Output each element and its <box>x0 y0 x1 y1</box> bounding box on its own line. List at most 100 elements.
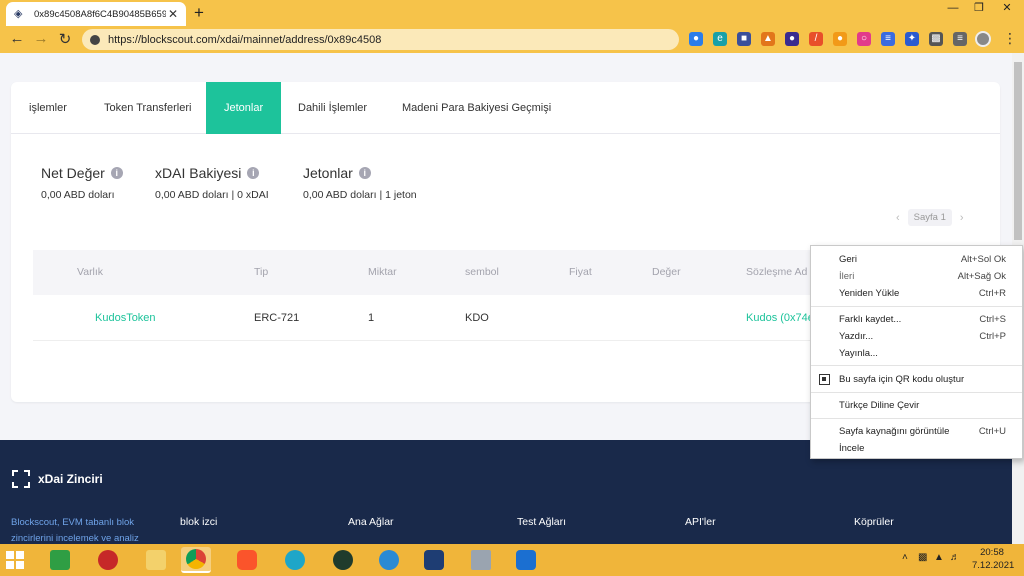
menu-item-translate[interactable]: Türkçe Diline Çevir <box>811 397 1022 414</box>
menu-item-back[interactable]: Geri Alt+Sol Ok <box>811 251 1022 268</box>
menu-item-shortcut: Alt+Sağ Ok <box>957 271 1006 282</box>
shield-app-icon[interactable] <box>419 547 449 573</box>
menu-divider <box>811 418 1022 419</box>
footer-heading-apis: API'ler <box>685 516 716 528</box>
site-info-icon[interactable] <box>90 34 100 45</box>
address-tabs: işlemler Token Transferleri Jetonlar Dah… <box>11 82 1000 134</box>
close-window-button[interactable]: ✕ <box>990 0 1024 16</box>
brave-icon[interactable] <box>232 547 262 573</box>
menu-item-shortcut: Ctrl+R <box>978 288 1006 299</box>
cell-type: ERC-721 <box>254 312 300 324</box>
column-header-contract: Sözleşme Ad <box>746 266 808 278</box>
contract-link[interactable]: Kudos (0x74e <box>746 295 814 341</box>
tokens-stat: Jetonlar i 0,00 ABD doları | 1 jeton <box>303 165 417 201</box>
menu-item-inspect[interactable]: İncele <box>811 440 1022 457</box>
column-header-value: Değer <box>652 266 681 278</box>
net-worth-title: Net Değer <box>41 165 105 181</box>
app-icon-u[interactable] <box>328 547 358 573</box>
file-explorer-icon[interactable] <box>141 547 171 573</box>
footer-logo[interactable]: xDai Zinciri <box>12 470 103 488</box>
info-icon[interactable]: i <box>110 167 123 179</box>
browser-toolbar: ← → ↻ https://blockscout.com/xdai/mainne… <box>0 26 1024 53</box>
xdai-balance-title: xDAI Bakiyesi <box>155 165 242 181</box>
menu-item-label: Farklı kaydet... <box>839 314 902 325</box>
windows-start-icon[interactable] <box>6 551 24 569</box>
tab-tokens[interactable]: Jetonlar <box>206 82 282 134</box>
qr-code-icon <box>819 374 830 385</box>
address-bar[interactable]: https://blockscout.com/xdai/mainnet/addr… <box>82 29 679 50</box>
internet-explorer-icon[interactable] <box>374 547 404 573</box>
reading-list-icon[interactable]: ≡ <box>953 32 967 46</box>
extension-icon-6[interactable]: / <box>809 32 823 46</box>
browser-menu-icon[interactable]: ⋮ <box>1003 30 1017 47</box>
browser-tab-title: 0x89c4508A8f6C4B90485B6597 <box>34 8 166 20</box>
tab-coin-balance-history[interactable]: Madeni Para Bakiyesi Geçmişi <box>402 82 551 134</box>
chevron-left-icon[interactable]: ‹ <box>896 212 900 224</box>
menu-item-save-as[interactable]: Farklı kaydet... Ctrl+S <box>811 311 1022 328</box>
menu-item-label: Bu sayfa için QR kodu oluştur <box>839 374 965 385</box>
pagination: ‹ Sayfa 1 › <box>896 209 964 226</box>
calculator-icon[interactable] <box>466 547 496 573</box>
menu-item-view-source[interactable]: Sayfa kaynağını görüntüle Ctrl+U <box>811 423 1022 440</box>
address-bar-url: https://blockscout.com/xdai/mainnet/addr… <box>108 33 382 46</box>
volume-icon[interactable]: ♬ <box>950 552 960 563</box>
store-app-icon[interactable] <box>45 547 75 573</box>
tokens-title: Jetonlar <box>303 165 353 181</box>
asset-link[interactable]: KudosToken <box>95 295 156 341</box>
tab-internal-transactions[interactable]: Dahili İşlemler <box>298 82 367 134</box>
edge-icon[interactable] <box>280 547 310 573</box>
menu-item-reload[interactable]: Yeniden Yükle Ctrl+R <box>811 285 1022 302</box>
new-tab-button[interactable]: + <box>194 3 204 23</box>
close-tab-icon[interactable]: ✕ <box>168 7 178 21</box>
menu-item-shortcut: Alt+Sol Ok <box>960 254 1006 265</box>
extension-icon-8[interactable]: ○ <box>857 32 871 46</box>
menu-divider <box>811 365 1022 366</box>
info-icon[interactable]: i <box>247 167 260 179</box>
browser-tab[interactable]: ◈ 0x89c4508A8f6C4B90485B6597 ✕ <box>6 2 186 26</box>
taskbar-clock[interactable]: 20:58 7.12.2021 <box>972 546 1015 572</box>
menu-item-forward[interactable]: İleri Alt+Sağ Ok <box>811 268 1022 285</box>
info-icon[interactable]: i <box>358 167 371 179</box>
menu-item-shortcut: Ctrl+U <box>978 426 1006 437</box>
app-icon-blue[interactable] <box>511 547 541 573</box>
reload-button[interactable]: ↻ <box>56 30 74 48</box>
footer-heading-bridges: Köprüler <box>854 516 894 528</box>
tab-token-transfers[interactable]: Token Transferleri <box>104 82 191 134</box>
network-icon[interactable]: ▩ <box>918 552 927 563</box>
menu-item-shortcut: Ctrl+S <box>979 314 1006 325</box>
menu-item-cast[interactable]: Yayınla... <box>811 345 1022 362</box>
forward-button[interactable]: → <box>32 30 50 47</box>
footer-heading-testnets: Test Ağları <box>517 516 567 528</box>
tab-transactions[interactable]: işlemler <box>29 82 67 134</box>
extension-icon-2[interactable]: e <box>713 32 727 46</box>
menu-item-print[interactable]: Yazdır... Ctrl+P <box>811 328 1022 345</box>
app-icon-red[interactable] <box>93 547 123 573</box>
extensions-puzzle-icon[interactable]: ▩ <box>929 32 943 46</box>
scrollbar-thumb[interactable] <box>1014 62 1022 240</box>
footer-heading-mainnets: Ana Ağlar <box>348 516 394 528</box>
menu-item-label: Türkçe Diline Çevir <box>839 400 920 411</box>
back-button[interactable]: ← <box>8 30 26 47</box>
extension-icon-10[interactable]: ✦ <box>905 32 919 46</box>
clock-date: 7.12.2021 <box>972 560 1015 571</box>
column-header-symbol: sembol <box>465 266 499 278</box>
footer-brand: xDai Zinciri <box>38 472 103 486</box>
show-hidden-icons[interactable]: ˄ <box>902 552 908 563</box>
context-menu: Geri Alt+Sol Ok İleri Alt+Sağ Ok Yeniden… <box>810 245 1023 459</box>
metamask-icon[interactable]: ▲ <box>761 32 775 46</box>
extension-icon-7[interactable]: ● <box>833 32 847 46</box>
cell-amount: 1 <box>368 312 375 324</box>
wifi-signal-icon[interactable]: ▲ <box>934 552 944 563</box>
chevron-right-icon[interactable]: › <box>960 212 964 224</box>
menu-item-create-qr[interactable]: Bu sayfa için QR kodu oluştur <box>811 371 1022 388</box>
menu-item-label: Geri <box>839 254 857 265</box>
cell-symbol: KDO <box>465 312 489 324</box>
profile-avatar[interactable] <box>975 31 991 47</box>
menu-item-label: Yayınla... <box>839 348 878 359</box>
tokens-value: 0,00 ABD doları | 1 jeton <box>303 189 417 201</box>
extension-icon-1[interactable]: ● <box>689 32 703 46</box>
chrome-taskbar-icon[interactable] <box>181 547 211 573</box>
extension-icon-3[interactable]: ■ <box>737 32 751 46</box>
extension-icon-9[interactable]: ≡ <box>881 32 895 46</box>
extension-icon-5[interactable]: ● <box>785 32 799 46</box>
